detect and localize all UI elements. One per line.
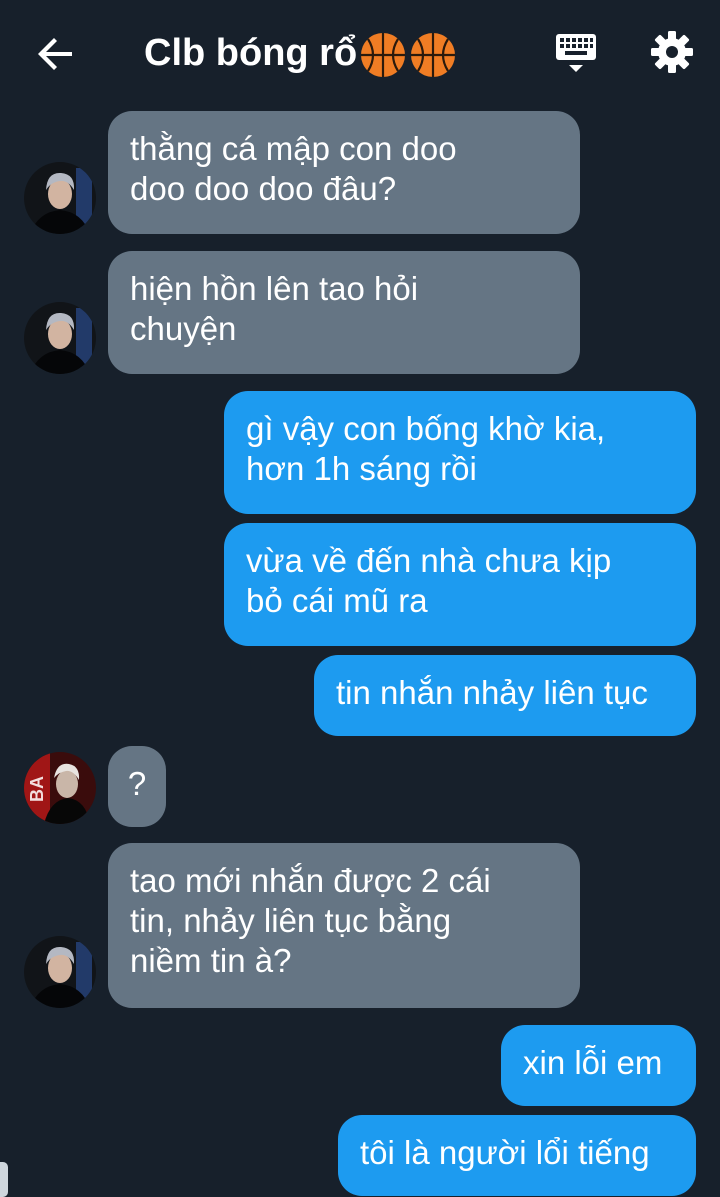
- message-line: niềm tin à?: [130, 942, 292, 979]
- message-line: hơn 1h sáng rồi: [246, 450, 477, 487]
- message-line: tao mới nhắn được 2 cái: [130, 862, 491, 899]
- basketball-icon: [411, 32, 456, 77]
- avatar-photo: [24, 302, 96, 374]
- message-bubble-outgoing[interactable]: xin lỗi em: [501, 1025, 696, 1106]
- svg-text:BA: BA: [27, 776, 47, 802]
- avatar-photo: BA: [24, 752, 96, 824]
- message-bubble-outgoing[interactable]: vừa về đến nhà chưa kịp bỏ cái mũ ra: [224, 523, 696, 646]
- message-bubble-outgoing[interactable]: tin nhắn nhảy liên tục: [314, 655, 696, 736]
- chat-header: Clb bóng rổ: [0, 0, 720, 106]
- keyboard-button[interactable]: [552, 30, 600, 78]
- message-line: tin, nhảy liên tục bằng: [130, 902, 452, 939]
- message-line: tôi là người lổi tiếng: [360, 1134, 650, 1171]
- message-line: tin nhắn nhảy liên tục: [336, 674, 648, 711]
- gear-icon: [651, 31, 693, 73]
- message-line: xin lỗi em: [523, 1044, 663, 1081]
- message-bubble-outgoing[interactable]: tôi là người lổi tiếng: [338, 1115, 696, 1196]
- sender-avatar[interactable]: BA: [24, 752, 96, 824]
- message-line: doo doo doo đâu?: [130, 170, 397, 207]
- message-line: bỏ cái mũ ra: [246, 582, 428, 619]
- message-bubble-outgoing[interactable]: gì vậy con bống khờ kia, hơn 1h sáng rồi: [224, 391, 696, 514]
- scrollbar-handle[interactable]: [0, 1162, 8, 1197]
- message-bubble-incoming[interactable]: tao mới nhắn được 2 cái tin, nhảy liên t…: [108, 843, 580, 1008]
- sender-avatar[interactable]: [24, 936, 96, 1008]
- message-line: hiện hồn lên tao hỏi: [130, 270, 419, 307]
- message-line: ?: [127, 765, 147, 802]
- basketball-icon: [361, 32, 406, 77]
- back-button[interactable]: [32, 30, 80, 78]
- arrow-left-icon: [38, 38, 72, 70]
- sender-avatar[interactable]: [24, 162, 96, 234]
- avatar-photo: [24, 936, 96, 1008]
- message-line: gì vậy con bống khờ kia,: [246, 410, 606, 447]
- message-line: chuyện: [130, 310, 237, 347]
- avatar-photo: [24, 162, 96, 234]
- message-bubble-incoming[interactable]: thằng cá mập con doo doo doo doo đâu?: [108, 111, 580, 234]
- message-bubble-incoming[interactable]: ?: [108, 746, 166, 827]
- keyboard-icon: [556, 34, 596, 72]
- chat-title[interactable]: Clb bóng rổ: [144, 28, 457, 79]
- sender-avatar[interactable]: [24, 302, 96, 374]
- settings-button[interactable]: [648, 28, 696, 76]
- chat-title-text: Clb bóng rổ: [144, 32, 358, 74]
- message-bubble-incoming[interactable]: hiện hồn lên tao hỏi chuyện: [108, 251, 580, 374]
- message-line: vừa về đến nhà chưa kịp: [246, 542, 612, 579]
- message-line: thằng cá mập con doo: [130, 130, 457, 167]
